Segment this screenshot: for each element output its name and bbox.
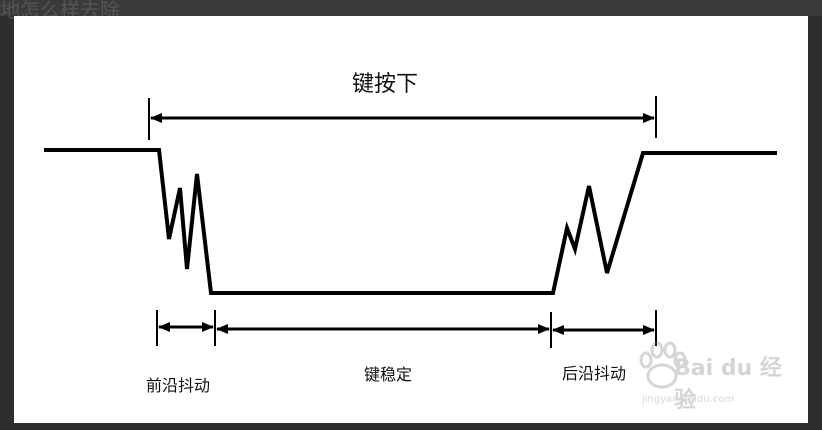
baidu-watermark: Bai du 经验 jingyan.baidu.com [630,338,800,418]
label-key-pressed: 键按下 [352,72,419,97]
diagram-canvas: 键按下 前沿抖动 键稳定 后沿抖动 Bai du 经验 jingyan.baid… [14,16,808,423]
label-key-stable: 键稳定 [364,365,413,384]
top-strip: 地怎么样去除 [0,0,822,22]
watermark-url: jingyan.baidu.com [642,394,735,405]
signal-waveform [44,148,777,295]
screenshot-frame: 地怎么样去除 键按下 前沿抖动 键稳定 后沿抖动 Bai du 经验 jingy… [0,0,822,430]
label-back-bounce: 后沿抖动 [562,364,627,383]
label-front-bounce: 前沿抖动 [146,376,211,395]
